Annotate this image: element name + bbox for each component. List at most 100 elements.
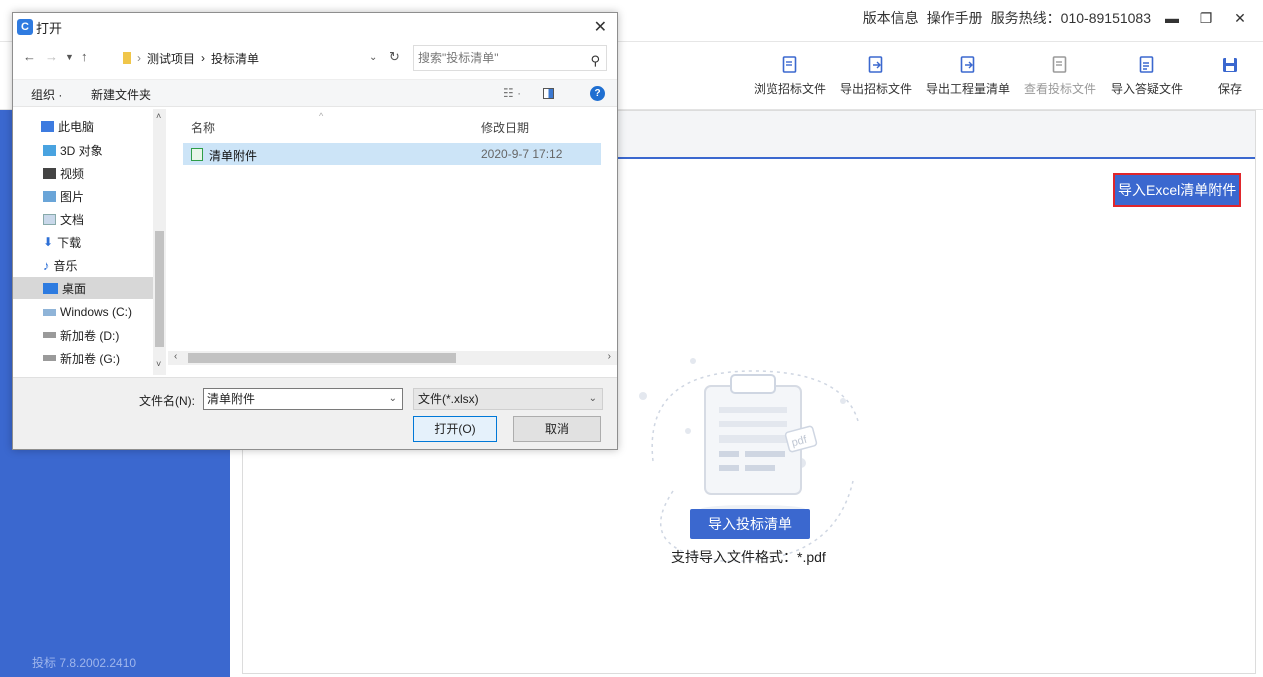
document-view-icon xyxy=(782,56,797,73)
filename-input[interactable]: 清单附件 ⌄ xyxy=(203,388,403,410)
help-icon[interactable]: ? xyxy=(590,86,605,101)
folder-icon xyxy=(123,52,131,64)
nav-item-documents[interactable]: 文档 xyxy=(43,208,84,230)
nav-item-desktop[interactable]: 桌面 xyxy=(13,277,153,299)
address-dropdown-icon[interactable]: ⌄ xyxy=(369,52,377,63)
import-excel-attachment-button[interactable]: 导入Excel清单附件 xyxy=(1113,173,1242,207)
tool-label: 查看投标文件 xyxy=(1024,82,1097,96)
pdf-file-clipboard-icon: pdf xyxy=(639,358,859,563)
refresh-icon[interactable]: ↻ xyxy=(389,49,400,65)
scrollbar-thumb[interactable] xyxy=(188,353,456,363)
tool-label: 导出工程量清单 xyxy=(926,82,1011,96)
nav-item-3d[interactable]: 3D 对象 xyxy=(43,139,103,161)
nav-item-drive-c[interactable]: Windows (C:) xyxy=(43,301,132,323)
browse-bid-doc-button[interactable]: 浏览招标文件 xyxy=(754,56,826,97)
nav-item-drive-g[interactable]: 新加卷 (G:) xyxy=(43,347,120,369)
search-icon: ⚲ xyxy=(590,53,600,68)
file-row[interactable]: 清单附件 2020-9-7 17:12 xyxy=(183,143,601,165)
nav-item-video[interactable]: 视频 xyxy=(43,162,84,184)
command-bar: 组织 · 新建文件夹 ☷ · ? xyxy=(13,79,617,107)
nav-item-drive-d[interactable]: 新加卷 (D:) xyxy=(43,324,119,346)
scroll-down-icon[interactable]: ˅ xyxy=(156,359,161,369)
nav-item-music[interactable]: ♪ 音乐 xyxy=(43,254,78,276)
new-folder-button[interactable]: 新建文件夹 xyxy=(91,86,151,103)
minimize-icon[interactable]: ▬ xyxy=(1159,10,1185,26)
nav-item-pictures[interactable]: 图片 xyxy=(43,185,84,207)
save-button[interactable]: 保存 xyxy=(1218,56,1242,97)
drive-icon xyxy=(43,332,56,338)
breadcrumb-item[interactable]: 投标清单 xyxy=(211,50,259,67)
export-bid-doc-button[interactable]: 导出招标文件 xyxy=(840,56,912,97)
column-header-modified[interactable]: 修改日期 xyxy=(481,119,529,136)
nav-item-label: 文档 xyxy=(60,212,85,227)
sort-indicator-icon: ^ xyxy=(319,111,324,121)
column-header-name[interactable]: 名称 xyxy=(191,119,215,136)
nav-item-label: 图片 xyxy=(60,189,85,204)
horizontal-scrollbar[interactable]: ‹ › xyxy=(168,351,617,365)
cancel-button[interactable]: 取消 xyxy=(513,416,601,442)
address-row: ← → ▼ ↑ › 测试项目 › 投标清单 ⌄ ↻ 搜索"投标清单" ⚲ xyxy=(13,45,617,71)
dialog-titlebar: C 打开 xyxy=(13,13,617,41)
search-placeholder: 搜索"投标清单" xyxy=(418,51,499,65)
chevron-down-icon[interactable]: ⌄ xyxy=(389,389,397,409)
navigation-pane: 此电脑 3D 对象 视频 图片 文档 ⬇ 下载 ♪ 音乐 桌面 Windows … xyxy=(13,109,168,375)
dialog-title: 打开 xyxy=(36,20,63,36)
open-file-dialog: C 打开 ✕ ← → ▼ ↑ › 测试项目 › 投标清单 ⌄ ↻ 搜索"投标清单… xyxy=(12,12,618,450)
tool-label: 浏览招标文件 xyxy=(754,82,827,96)
view-options-icon[interactable]: ☷ · xyxy=(503,86,521,100)
nav-item-label: 3D 对象 xyxy=(60,143,103,158)
3d-objects-icon xyxy=(43,144,56,156)
open-button[interactable]: 打开(O) xyxy=(413,416,497,442)
organize-button[interactable]: 组织 · xyxy=(31,86,62,103)
file-modified: 2020-9-7 17:12 xyxy=(481,147,563,161)
export-boq-button[interactable]: 导出工程量清单 xyxy=(926,56,1010,97)
import-bid-list-button[interactable]: 导入投标清单 xyxy=(690,509,810,539)
nav-item-label: 下载 xyxy=(57,235,82,250)
breadcrumb-separator: › xyxy=(137,51,141,65)
nav-item-label: 新加卷 (D:) xyxy=(60,328,120,343)
nav-item-label: 新加卷 (G:) xyxy=(60,351,120,366)
back-arrow-icon[interactable]: ← xyxy=(23,49,36,64)
recent-locations-chevron-icon[interactable]: ▼ xyxy=(65,52,74,62)
chevron-down-icon: ⌄ xyxy=(588,393,597,404)
forward-arrow-icon[interactable]: → xyxy=(45,49,58,64)
filetype-value: 文件(*.xlsx) xyxy=(418,392,479,406)
save-icon xyxy=(1223,58,1237,72)
breadcrumb-separator: › xyxy=(201,51,206,65)
breadcrumb-item[interactable]: 测试项目 xyxy=(147,50,195,67)
preview-pane-icon[interactable] xyxy=(543,88,554,99)
view-bid-doc-button[interactable]: 查看投标文件 xyxy=(1024,56,1096,97)
nav-item-label: 此电脑 xyxy=(58,119,95,134)
tool-label: 导出招标文件 xyxy=(840,82,913,96)
tool-label: 保存 xyxy=(1218,82,1243,96)
nav-item-label: 桌面 xyxy=(62,281,87,296)
scroll-left-icon[interactable]: ‹ xyxy=(174,351,177,362)
version-info-link[interactable]: 版本信息 xyxy=(863,8,919,28)
scroll-right-icon[interactable]: › xyxy=(608,351,611,362)
scroll-up-icon[interactable]: ˄ xyxy=(156,111,161,121)
tool-label: 导入答疑文件 xyxy=(1111,82,1184,96)
search-input[interactable]: 搜索"投标清单" ⚲ xyxy=(413,45,607,71)
document-export-icon xyxy=(868,56,883,73)
supported-format-text: 支持导入文件格式：*.pdf xyxy=(671,549,826,565)
nav-item-this-pc[interactable]: 此电脑 xyxy=(41,115,94,137)
document-view-icon xyxy=(1052,56,1067,73)
file-list: 名称 ^ 修改日期 清单附件 2020-9-7 17:12 xyxy=(183,109,617,357)
import-qa-doc-button[interactable]: 导入答疑文件 xyxy=(1111,56,1183,97)
manual-link[interactable]: 操作手册 xyxy=(927,8,983,28)
filename-label: 文件名(N): xyxy=(139,394,195,408)
filetype-select[interactable]: 文件(*.xlsx) ⌄ xyxy=(413,388,603,410)
nav-item-label: 视频 xyxy=(60,166,85,181)
close-icon[interactable]: ✕ xyxy=(594,17,607,37)
restore-icon[interactable]: ❐ xyxy=(1193,10,1219,27)
music-icon: ♪ xyxy=(43,257,50,273)
dialog-footer: 文件名(N): 清单附件 ⌄ 文件(*.xlsx) ⌄ 打开(O) 取消 xyxy=(13,377,617,449)
desktop-icon xyxy=(43,282,58,294)
close-icon[interactable]: ✕ xyxy=(1227,10,1253,27)
scrollbar-thumb[interactable] xyxy=(155,231,164,347)
up-arrow-icon[interactable]: ↑ xyxy=(81,49,88,64)
nav-scrollbar[interactable]: ˄ ˅ xyxy=(153,109,166,375)
nav-item-downloads[interactable]: ⬇ 下载 xyxy=(43,231,81,253)
breadcrumb[interactable]: › 测试项目 › 投标清单 xyxy=(123,45,393,71)
documents-icon xyxy=(43,213,56,225)
